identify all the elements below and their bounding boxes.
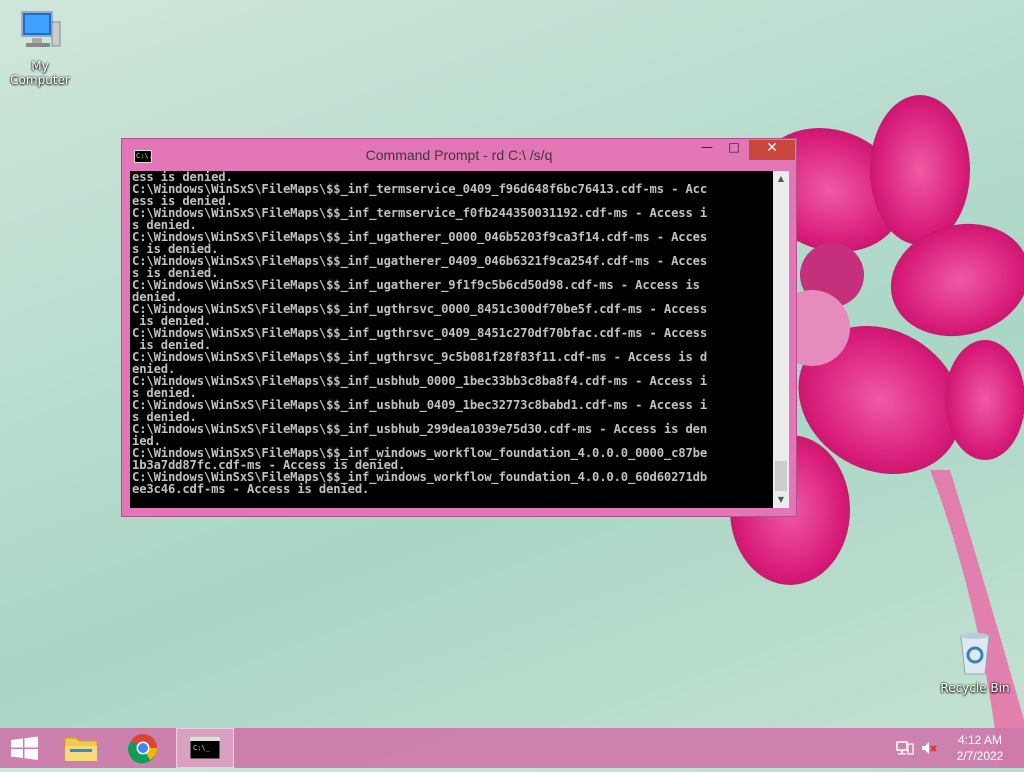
command-prompt-icon[interactable]: C:\_: [176, 728, 234, 768]
recycle-bin-icon: [960, 633, 990, 675]
clock-time: 4:12 AM: [957, 733, 1003, 747]
console-output[interactable]: ess is denied. C:\Windows\WinSxS\FileMap…: [130, 171, 773, 508]
vertical-scrollbar[interactable]: ▲ ▼: [773, 171, 789, 508]
scroll-up-arrow-icon[interactable]: ▲: [773, 171, 789, 187]
taskbar: C:\_ 4:12 AM 2/7/2022: [0, 728, 1024, 768]
network-icon[interactable]: [896, 740, 914, 756]
desktop-icon-label: Recycle Bin: [940, 681, 1010, 695]
volume-muted-icon[interactable]: [920, 740, 938, 756]
clock-date: 2/7/2022: [956, 749, 1004, 763]
desktop-icon-recycle-bin[interactable]: Recycle Bin: [935, 630, 1015, 695]
close-button[interactable]: ✕: [749, 140, 795, 160]
cmd-taskbar-icon: C:\_: [189, 736, 221, 760]
windows-logo-icon: [11, 736, 38, 760]
console-text: ess is denied. C:\Windows\WinSxS\FileMap…: [132, 171, 707, 496]
start-button[interactable]: [0, 728, 58, 768]
file-explorer-icon[interactable]: [52, 728, 110, 768]
computer-icon: [21, 11, 61, 47]
desktop-icon-label: My Computer: [10, 59, 70, 87]
minimize-button[interactable]: —: [694, 140, 720, 160]
folder-icon: [64, 737, 98, 762]
desktop-icon-my-computer[interactable]: My Computer: [0, 8, 80, 87]
system-clock[interactable]: 4:12 AM 2/7/2022: [940, 732, 1020, 764]
chrome-logo-icon: [128, 734, 157, 764]
command-prompt-window[interactable]: C:\. Command Prompt - rd C:\ /s/q — □ ✕ …: [121, 138, 797, 517]
maximize-button[interactable]: □: [721, 140, 747, 160]
chrome-icon[interactable]: [114, 728, 172, 768]
window-titlebar[interactable]: C:\. Command Prompt - rd C:\ /s/q — □ ✕: [122, 139, 796, 171]
svg-text:C:\_: C:\_: [193, 744, 211, 752]
scroll-down-arrow-icon[interactable]: ▼: [773, 492, 789, 508]
scrollbar-thumb[interactable]: [775, 461, 787, 491]
